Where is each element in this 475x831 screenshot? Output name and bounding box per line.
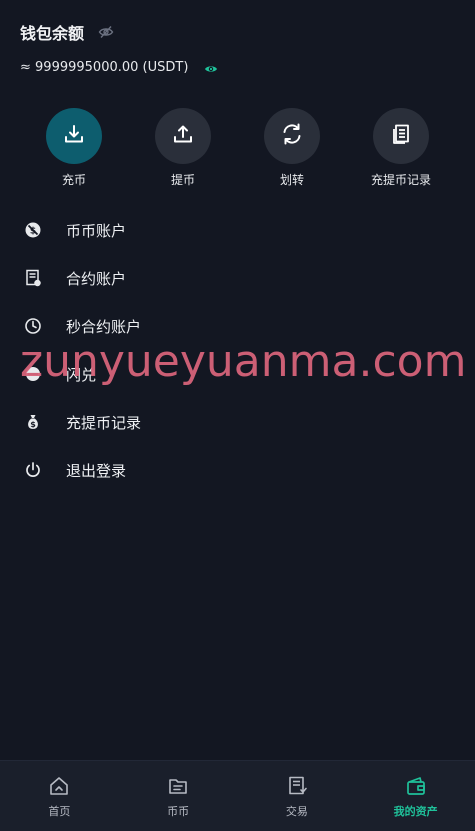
document-icon <box>390 123 412 149</box>
tab-label: 首页 <box>48 805 71 818</box>
menu-item-contract-account[interactable]: 合约账户 <box>0 254 475 302</box>
receipt-icon <box>286 775 308 797</box>
withdraw-circle[interactable] <box>155 108 211 164</box>
menu-item-spot-account[interactable]: $ 币币账户 <box>0 206 475 254</box>
balance-amount: ≈ 9999995000.00 (USDT) <box>20 60 189 75</box>
clock-icon <box>24 317 42 335</box>
swap-icon <box>24 365 42 383</box>
wallet-page: 钱包余额 ≈ 9999995000.00 (USDT) 充币 提币 划转 充提币… <box>0 0 475 831</box>
power-icon <box>24 461 42 479</box>
wallet-header: 钱包余额 <box>20 20 114 44</box>
tab-label: 我的资产 <box>393 805 438 818</box>
wallet-icon <box>405 775 427 797</box>
menu-item-label: 退出登录 <box>66 461 127 480</box>
svg-text:$: $ <box>30 227 36 237</box>
menu-item-label: 合约账户 <box>66 269 127 288</box>
menu-item-label: 币币账户 <box>66 221 127 240</box>
tab-my-assets[interactable]: 我的资产 <box>356 761 475 831</box>
records-button[interactable]: 充提币记录 <box>346 108 456 188</box>
transfer-label: 划转 <box>279 173 304 187</box>
menu-item-logout[interactable]: 退出登录 <box>0 446 475 494</box>
menu-item-second-contract-account[interactable]: 秒合约账户 <box>0 302 475 350</box>
deposit-label: 充币 <box>61 173 86 187</box>
menu-item-flash-swap[interactable]: 闪兑 <box>0 350 475 398</box>
tab-home[interactable]: 首页 <box>0 761 119 831</box>
menu-item-deposit-withdraw-records[interactable]: $ 充提币记录 <box>0 398 475 446</box>
balance-row: ≈ 9999995000.00 (USDT) <box>20 60 218 75</box>
deposit-button[interactable]: 充币 <box>19 108 129 188</box>
menu-item-label: 充提币记录 <box>66 413 142 432</box>
withdraw-button[interactable]: 提币 <box>128 108 238 188</box>
menu-item-label: 闪兑 <box>66 365 97 384</box>
svg-text:$: $ <box>30 420 36 429</box>
eye-off-icon[interactable] <box>98 24 114 40</box>
transfer-button[interactable]: 划转 <box>237 108 347 188</box>
download-icon <box>63 123 85 149</box>
folder-icon <box>167 775 189 797</box>
menu-item-label: 秒合约账户 <box>66 317 142 336</box>
quick-actions: 充币 提币 划转 充提币记录 <box>0 108 475 198</box>
tab-label: 交易 <box>285 805 308 818</box>
transfer-circle[interactable] <box>264 108 320 164</box>
records-circle[interactable] <box>373 108 429 164</box>
tab-spot[interactable]: 币币 <box>119 761 238 831</box>
withdraw-label: 提币 <box>170 173 195 187</box>
refresh-icon <box>280 122 304 150</box>
tab-trade[interactable]: 交易 <box>238 761 357 831</box>
tab-label: 币币 <box>167 805 190 818</box>
account-menu: $ 币币账户 合约账户 秒合约账户 闪兑 $ 充提币记录 退出登录 <box>0 206 475 494</box>
bottom-tab-bar: 首页 币币 交易 我的资产 <box>0 760 475 831</box>
deposit-circle[interactable] <box>46 108 102 164</box>
money-bag-icon: $ <box>24 413 42 431</box>
coin-slash-icon: $ <box>24 221 42 239</box>
contract-icon <box>24 269 42 287</box>
records-label: 充提币记录 <box>370 173 431 187</box>
home-icon <box>48 775 70 797</box>
page-title: 钱包余额 <box>20 24 85 43</box>
upload-icon <box>172 123 194 149</box>
eye-icon[interactable] <box>204 61 218 75</box>
